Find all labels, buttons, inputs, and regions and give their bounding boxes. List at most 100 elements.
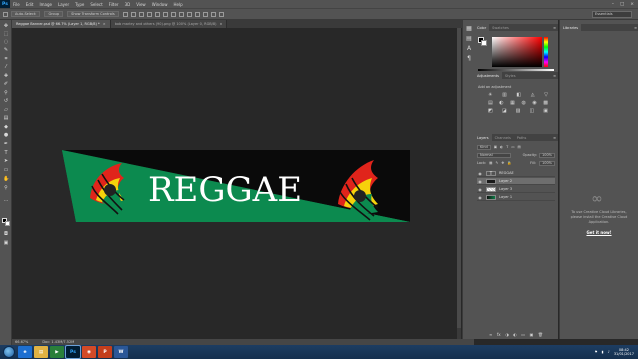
move-tool-icon[interactable] [3,11,8,17]
taskbar-ie-icon[interactable]: e [18,346,32,358]
lock-transparency-icon[interactable]: ▦ [489,161,492,165]
banner-image[interactable]: REGGAE [12,28,457,339]
tray-network-icon[interactable]: ▮ [602,350,604,354]
brightness-contrast-icon[interactable]: ☀ [488,92,492,98]
channel-mixer-icon[interactable]: ◉ [532,100,536,106]
type-tool-icon[interactable]: T [3,151,9,156]
distribute-middle-icon[interactable] [178,11,184,17]
hue-saturation-icon[interactable]: ▤ [488,100,493,106]
eye-icon[interactable]: ◉ [477,187,483,192]
align-top-icon[interactable] [122,11,128,17]
close-button[interactable]: × [630,2,634,7]
panel-menu-icon[interactable]: ≡ [553,74,556,78]
layer-name[interactable]: Layer 2 [499,179,512,183]
menu-edit[interactable]: Edit [26,2,34,7]
invert-icon[interactable]: ◩ [488,108,493,114]
menu-select[interactable]: Select [90,2,102,7]
layer-row[interactable]: ◉ Layer 3 [477,186,555,193]
menu-help[interactable]: Help [173,2,182,7]
tab-reggae-banner[interactable]: Reggae Banner.psd @ 66.7% (Layer 1, RGB/… [12,20,111,28]
character-icon[interactable]: A [466,46,472,52]
layer-style-icon[interactable]: fx [497,332,501,338]
blur-tool-icon[interactable]: ◆ [3,125,9,130]
tab-styles[interactable]: Styles [502,72,519,79]
new-layer-icon[interactable]: ▣ [530,332,534,338]
align-right-icon[interactable] [162,11,168,17]
gradient-map-icon[interactable]: ◫ [529,108,534,114]
tab-bob-marley[interactable]: bob marley and others (90).png @ 100% (L… [110,20,228,28]
pen-tool-icon[interactable]: ✒ [3,142,9,147]
hand-tool-icon[interactable]: ✋ [3,177,9,182]
canvas-area[interactable]: REGGAE [12,28,457,339]
eraser-tool-icon[interactable]: ▱ [3,108,9,113]
panel-menu-icon[interactable]: ≡ [553,136,556,140]
zoom-tool-icon[interactable]: ⚲ [3,186,9,191]
healing-brush-tool-icon[interactable]: ✚ [3,74,9,79]
align-bottom-icon[interactable] [138,11,144,17]
history-icon[interactable]: ▦ [466,26,472,32]
minimize-button[interactable]: – [612,2,614,7]
align-left-icon[interactable] [146,11,152,17]
link-layers-icon[interactable]: ∞ [489,332,492,338]
layer-row[interactable]: ◉ Layer 2 [477,178,555,185]
taskbar-explorer-icon[interactable]: ▤ [34,346,48,358]
color-ramp[interactable] [478,69,554,71]
new-adjustment-icon[interactable]: ◐ [513,332,517,338]
filter-smart-icon[interactable]: ▤ [518,145,521,149]
auto-select-dropdown[interactable]: Group [44,11,64,17]
taskbar-word-icon[interactable]: W [114,346,128,358]
fill-field[interactable]: 100% [538,160,555,166]
crop-tool-icon[interactable]: ⌗ [3,57,9,62]
quick-mask-icon[interactable]: ◘ [3,232,9,237]
clock[interactable]: 08:42 31/01/2017 [614,348,634,357]
tab-layers[interactable]: Layers [474,134,492,141]
distribute-left-icon[interactable] [194,11,200,17]
quick-select-tool-icon[interactable]: ✎ [3,48,9,53]
vibrance-icon[interactable]: ▽ [544,92,548,98]
color-lookup-icon[interactable]: ▩ [543,100,548,106]
black-white-icon[interactable]: ▦ [510,100,515,106]
taskbar-media-icon[interactable]: ▶ [50,346,64,358]
maximize-button[interactable]: □ [620,2,624,7]
distribute-bottom-icon[interactable] [186,11,192,17]
eyedropper-tool-icon[interactable]: ⁄ [3,65,9,70]
tab-color[interactable]: Color [474,24,490,31]
selective-color-icon[interactable]: ▣ [543,108,548,114]
taskbar-chrome-icon[interactable]: ◉ [82,346,96,358]
brush-tool-icon[interactable]: ✐ [3,82,9,87]
tab-channels[interactable]: Channels [492,134,514,141]
eye-icon[interactable]: ◉ [477,195,483,200]
get-it-now-link[interactable]: Get it now! [568,230,630,235]
new-group-icon[interactable]: ▭ [521,332,525,338]
background-swatch[interactable] [481,40,487,46]
align-center-icon[interactable] [154,11,160,17]
path-select-tool-icon[interactable]: ➤ [3,159,9,164]
menu-file[interactable]: File [13,2,20,7]
layer-name[interactable]: REGGAE [499,171,514,175]
3d-mode-icon[interactable] [218,11,224,17]
panel-menu-icon[interactable]: ≡ [634,26,637,30]
layer-row[interactable]: ◉ T REGGAE [477,170,555,177]
tray-flag-icon[interactable]: ⚑ [595,350,598,354]
tab-paths[interactable]: Paths [514,134,530,141]
screen-mode-icon[interactable]: ▣ [3,241,9,246]
lock-all-icon[interactable]: 🔒 [507,161,511,165]
opacity-field[interactable]: 100% [538,152,555,158]
background-color-swatch[interactable] [5,221,10,226]
banner-title[interactable]: REGGAE [148,170,302,210]
eye-icon[interactable]: ◉ [477,171,483,176]
threshold-icon[interactable]: ▨ [516,108,521,114]
lock-position-icon[interactable]: ✥ [501,161,504,165]
distribute-center-icon[interactable] [202,11,208,17]
align-middle-icon[interactable] [130,11,136,17]
taskbar-powerpoint-icon[interactable]: P [98,346,112,358]
color-picker-field[interactable] [492,37,542,67]
color-fg-bg[interactable] [478,37,488,49]
start-button[interactable] [3,346,15,358]
filter-kind-dropdown[interactable]: Kind [477,144,491,150]
menu-3d[interactable]: 3D [125,2,131,7]
history-brush-tool-icon[interactable]: ↺ [3,99,9,104]
menu-filter[interactable]: Filter [109,2,119,7]
dodge-tool-icon[interactable]: ● [3,133,9,138]
filter-shape-icon[interactable]: ▭ [511,145,514,149]
